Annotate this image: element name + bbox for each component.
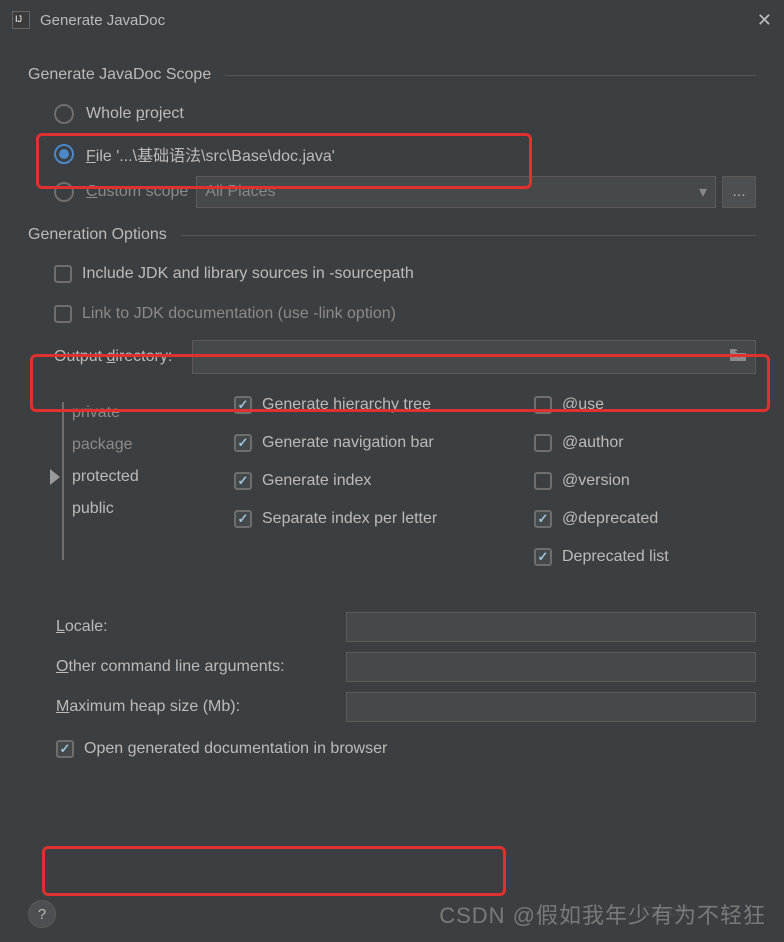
checkbox-icon [534, 472, 552, 490]
check-label: Link to JDK documentation (use -link opt… [82, 305, 396, 323]
radio-file[interactable]: File '...\基础语法\src\Base\doc.java' [54, 138, 756, 170]
check-label: Open generated documentation in browser [84, 740, 387, 758]
scope-select[interactable]: All Places ▾ [196, 176, 716, 208]
check-deprecated[interactable]: @deprecated [534, 510, 734, 528]
other-args-input[interactable] [346, 652, 756, 682]
check-sep-index[interactable]: Separate index per letter [234, 510, 534, 528]
check-open-browser[interactable]: Open generated documentation in browser [56, 740, 756, 758]
visibility-slider[interactable]: private package protected public [54, 396, 234, 566]
checkbox-icon [54, 265, 72, 283]
radio-label: Custom scope [86, 183, 188, 201]
locale-label: Locale: [56, 618, 346, 636]
checkbox-icon [534, 396, 552, 414]
locale-input[interactable] [346, 612, 756, 642]
highlight-box [42, 846, 506, 896]
radio-icon [54, 144, 74, 164]
check-use[interactable]: @use [534, 396, 734, 414]
help-button[interactable]: ? [28, 900, 56, 928]
radio-icon [54, 104, 74, 124]
output-directory-row: Output directory: [54, 340, 756, 374]
checkbox-icon [534, 510, 552, 528]
vis-package[interactable]: package [54, 436, 234, 454]
watermark: CSDN @假如我年少有为不轻狂 [439, 898, 766, 930]
other-args-label: Other command line arguments: [56, 658, 346, 676]
radio-custom-scope[interactable]: Custom scope [54, 176, 188, 208]
vis-private[interactable]: private [54, 404, 234, 422]
checkbox-icon [234, 434, 252, 452]
app-icon [12, 11, 30, 29]
radio-label: Whole project [86, 105, 184, 123]
scope-header-label: Generate JavaDoc Scope [28, 66, 211, 84]
checkbox-icon [234, 472, 252, 490]
scope-header: Generate JavaDoc Scope [28, 66, 756, 84]
check-hierarchy[interactable]: Generate hierarchy tree [234, 396, 534, 414]
checkbox-icon [234, 396, 252, 414]
heap-label: Maximum heap size (Mb): [56, 698, 346, 716]
vis-public[interactable]: public [54, 500, 234, 518]
window-title: Generate JavaDoc [40, 12, 165, 29]
checkbox-icon [534, 434, 552, 452]
chevron-down-icon: ▾ [699, 182, 707, 202]
close-icon[interactable]: ✕ [757, 10, 772, 31]
radio-icon [54, 182, 74, 202]
check-include-jdk[interactable]: Include JDK and library sources in -sour… [54, 258, 756, 290]
radio-whole-project[interactable]: Whole project [54, 98, 756, 130]
scope-select-value: All Places [205, 183, 275, 201]
folder-icon[interactable] [729, 348, 747, 362]
check-link-jdk: Link to JDK documentation (use -link opt… [54, 298, 756, 330]
output-directory-input[interactable] [192, 340, 756, 374]
check-author[interactable]: @author [534, 434, 734, 452]
checkbox-icon [56, 740, 74, 758]
check-deplist[interactable]: Deprecated list [534, 548, 734, 566]
options-header: Generation Options [28, 226, 756, 244]
checkbox-icon [234, 510, 252, 528]
locale-row: Locale: [56, 612, 756, 642]
radio-label: File '...\基础语法\src\Base\doc.java' [86, 142, 335, 166]
check-index[interactable]: Generate index [234, 472, 534, 490]
check-label: Include JDK and library sources in -sour… [82, 265, 414, 283]
scope-browse-button[interactable]: ... [722, 176, 756, 208]
title-bar: Generate JavaDoc ✕ [0, 0, 784, 40]
pointer-icon [50, 469, 60, 485]
vis-protected[interactable]: protected [54, 468, 234, 486]
options-header-label: Generation Options [28, 226, 167, 244]
checkbox-icon [534, 548, 552, 566]
heap-input[interactable] [346, 692, 756, 722]
checkbox-icon [54, 305, 72, 323]
check-version[interactable]: @version [534, 472, 734, 490]
output-label: Output directory: [54, 348, 172, 366]
heap-row: Maximum heap size (Mb): [56, 692, 756, 722]
check-navbar[interactable]: Generate navigation bar [234, 434, 534, 452]
other-args-row: Other command line arguments: [56, 652, 756, 682]
